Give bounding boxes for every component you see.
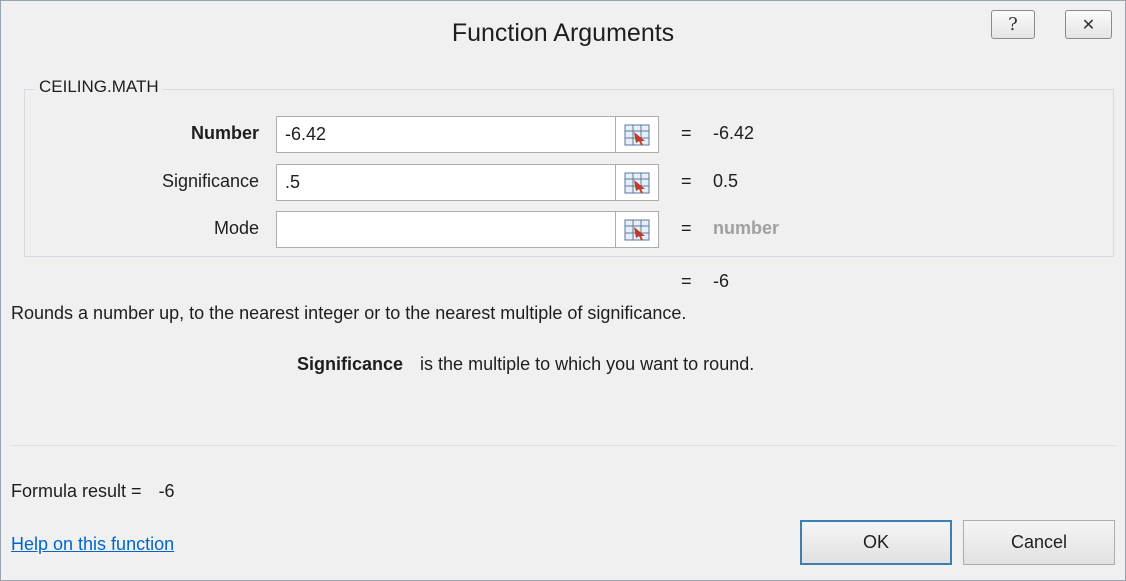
divider [11, 445, 1115, 446]
argument-help-text: is the multiple to which you want to rou… [420, 354, 755, 374]
collapse-dialog-icon [624, 124, 650, 145]
function-arguments-dialog: Function Arguments ? ✕ CEILING.MATH Numb… [0, 0, 1126, 581]
formula-result-value: -6 [158, 481, 175, 501]
mode-input[interactable] [276, 211, 616, 248]
close-icon: ✕ [1081, 16, 1096, 34]
significance-result: 0.5 [713, 171, 739, 191]
help-on-function-link[interactable]: Help on this function [11, 534, 174, 555]
mode-result: number [713, 218, 780, 238]
close-button[interactable]: ✕ [1065, 10, 1112, 39]
argument-help: Significance is the multiple to which yo… [297, 354, 754, 375]
significance-range-selector-button[interactable] [615, 164, 659, 201]
formula-result: Formula result = -6 [11, 481, 175, 502]
mode-label: Mode [213, 218, 259, 238]
ok-button[interactable]: OK [800, 520, 952, 565]
collapse-dialog-icon [624, 172, 650, 193]
function-name: CEILING.MATH [35, 77, 163, 97]
title-bar[interactable]: Function Arguments ? ✕ [1, 1, 1125, 73]
help-icon: ? [1008, 14, 1018, 35]
significance-label: Significance [161, 171, 259, 191]
overall-equals: = [681, 271, 692, 291]
dialog-title: Function Arguments [451, 19, 675, 47]
mode-range-selector-button[interactable] [615, 211, 659, 248]
number-input[interactable] [276, 116, 616, 153]
help-button[interactable]: ? [991, 10, 1035, 39]
number-label: Number [190, 123, 259, 143]
significance-equals: = [681, 171, 692, 191]
number-equals: = [681, 123, 692, 143]
collapse-dialog-icon [624, 219, 650, 240]
formula-result-label: Formula result = [11, 481, 142, 501]
mode-equals: = [681, 218, 692, 238]
significance-input[interactable] [276, 164, 616, 201]
number-result: -6.42 [713, 123, 755, 143]
number-range-selector-button[interactable] [615, 116, 659, 153]
argument-help-name: Significance [297, 354, 404, 374]
overall-result: -6 [713, 271, 730, 291]
function-description: Rounds a number up, to the nearest integ… [11, 303, 687, 323]
cancel-button[interactable]: Cancel [963, 520, 1115, 565]
